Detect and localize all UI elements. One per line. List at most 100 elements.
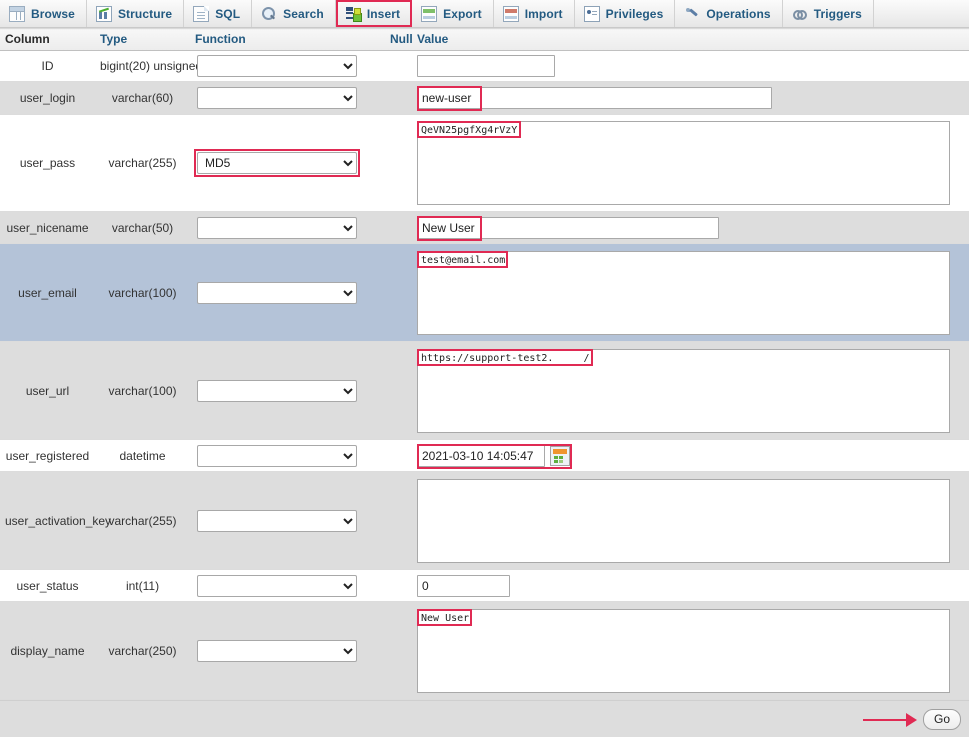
tab-insert[interactable]: Insert [335, 0, 413, 27]
url-prefix: https://support-test2. [421, 352, 554, 364]
value-input-wrapper [417, 121, 964, 205]
header-null: Null [385, 28, 413, 51]
function-select[interactable] [197, 281, 357, 304]
import-icon [502, 5, 519, 22]
column-name-cell: ID [0, 50, 95, 82]
value-input[interactable] [417, 216, 719, 239]
null-cell [385, 471, 412, 570]
value-cell [412, 211, 969, 244]
column-type-cell: varchar(100) [95, 243, 190, 342]
value-textarea[interactable] [417, 608, 950, 693]
column-name-cell: display_name [0, 601, 95, 700]
null-cell [385, 81, 412, 115]
tab-browse[interactable]: Browse [0, 0, 87, 27]
tab-structure[interactable]: Structure [87, 0, 185, 27]
column-type-cell: varchar(50) [95, 211, 190, 244]
column-name-cell: user_login [0, 81, 95, 115]
function-select-wrapper [195, 443, 359, 469]
function-cell [190, 341, 385, 440]
column-type-cell: varchar(250) [95, 601, 190, 700]
tab-label: Search [283, 6, 324, 21]
function-cell [190, 81, 385, 115]
value-input-wrapper: https://support-test2. / [417, 348, 964, 433]
function-select[interactable] [197, 216, 357, 239]
table-row: user_registered datetime [0, 439, 969, 472]
value-textarea[interactable] [417, 478, 950, 563]
tab-import[interactable]: Import [494, 0, 575, 27]
table-row: user_email varchar(100) [0, 243, 969, 342]
arrow-shaft [863, 719, 907, 721]
function-select[interactable] [197, 55, 357, 77]
redacted-url-value: https://support-test2. / [421, 353, 589, 364]
column-type-cell: varchar(60) [95, 81, 190, 115]
tab-label: Privileges [605, 6, 664, 21]
function-select[interactable] [197, 509, 357, 532]
null-cell [385, 243, 412, 342]
column-name-cell: user_url [0, 341, 95, 440]
tab-triggers[interactable]: Triggers [783, 0, 874, 27]
function-select[interactable] [197, 574, 357, 597]
go-button[interactable]: Go [923, 709, 961, 730]
table-row: user_pass varchar(255) MD5 [0, 114, 969, 212]
function-cell [190, 471, 385, 570]
null-cell [385, 439, 412, 472]
main-tab-bar: Browse Structure SQL Search Insert Export Impo… [0, 0, 969, 28]
function-select[interactable] [197, 639, 357, 662]
function-select[interactable]: MD5 [197, 152, 357, 174]
value-cell [412, 81, 969, 115]
value-cell [412, 50, 969, 82]
tab-sql[interactable]: SQL [184, 0, 253, 27]
value-textarea[interactable] [417, 121, 950, 205]
function-cell: MD5 [190, 114, 385, 212]
value-cell [412, 471, 969, 570]
value-input[interactable] [417, 574, 510, 597]
function-select[interactable] [197, 444, 357, 467]
value-input[interactable] [417, 87, 772, 109]
value-input[interactable] [417, 444, 545, 467]
column-name-cell: user_registered [0, 439, 95, 472]
column-type-cell: bigint(20) unsigned [95, 50, 202, 82]
function-select-wrapper [195, 280, 359, 306]
null-cell [385, 569, 412, 602]
tab-export[interactable]: Export [412, 0, 494, 27]
null-cell [385, 114, 412, 212]
tab-operations[interactable]: Operations [675, 0, 783, 27]
table-row: user_nicename varchar(50) [0, 211, 969, 244]
function-cell [190, 243, 385, 342]
header-column: Column [0, 28, 95, 51]
triggers-icon [792, 6, 808, 22]
value-input-wrapper [417, 478, 964, 563]
tab-bar-filler [874, 0, 969, 27]
search-icon [261, 6, 277, 22]
null-cell [385, 211, 412, 244]
value-cell [412, 569, 969, 602]
tab-search[interactable]: Search [252, 0, 336, 27]
column-type-cell: varchar(255) [95, 471, 190, 570]
value-input[interactable] [417, 55, 555, 77]
browse-icon [9, 5, 25, 22]
function-select-wrapper [195, 378, 359, 404]
table-row: ID bigint(20) unsigned [0, 50, 969, 82]
column-name-cell: user_status [0, 569, 95, 602]
export-icon [421, 5, 438, 22]
value-textarea[interactable] [417, 250, 950, 335]
function-select-wrapper [195, 53, 359, 79]
column-name-cell: user_activation_key [0, 471, 111, 570]
table-row: user_url varchar(100) https://support-test… [0, 341, 969, 440]
function-cell [190, 50, 385, 82]
header-function: Function [190, 28, 385, 51]
null-cell [385, 601, 412, 700]
arrow-head [906, 713, 917, 727]
function-select[interactable] [197, 87, 357, 109]
tab-privileges[interactable]: Privileges [575, 0, 676, 27]
tab-label: Triggers [813, 6, 862, 21]
function-select[interactable] [197, 379, 357, 402]
function-select-wrapper [195, 215, 359, 241]
tab-label: Insert [366, 6, 401, 21]
value-input-wrapper [417, 55, 964, 77]
header-type: Type [95, 28, 190, 51]
value-input-wrapper [417, 443, 964, 469]
value-cell: https://support-test2. / [412, 341, 969, 440]
calendar-icon[interactable] [550, 445, 570, 466]
privileges-icon [583, 5, 600, 22]
